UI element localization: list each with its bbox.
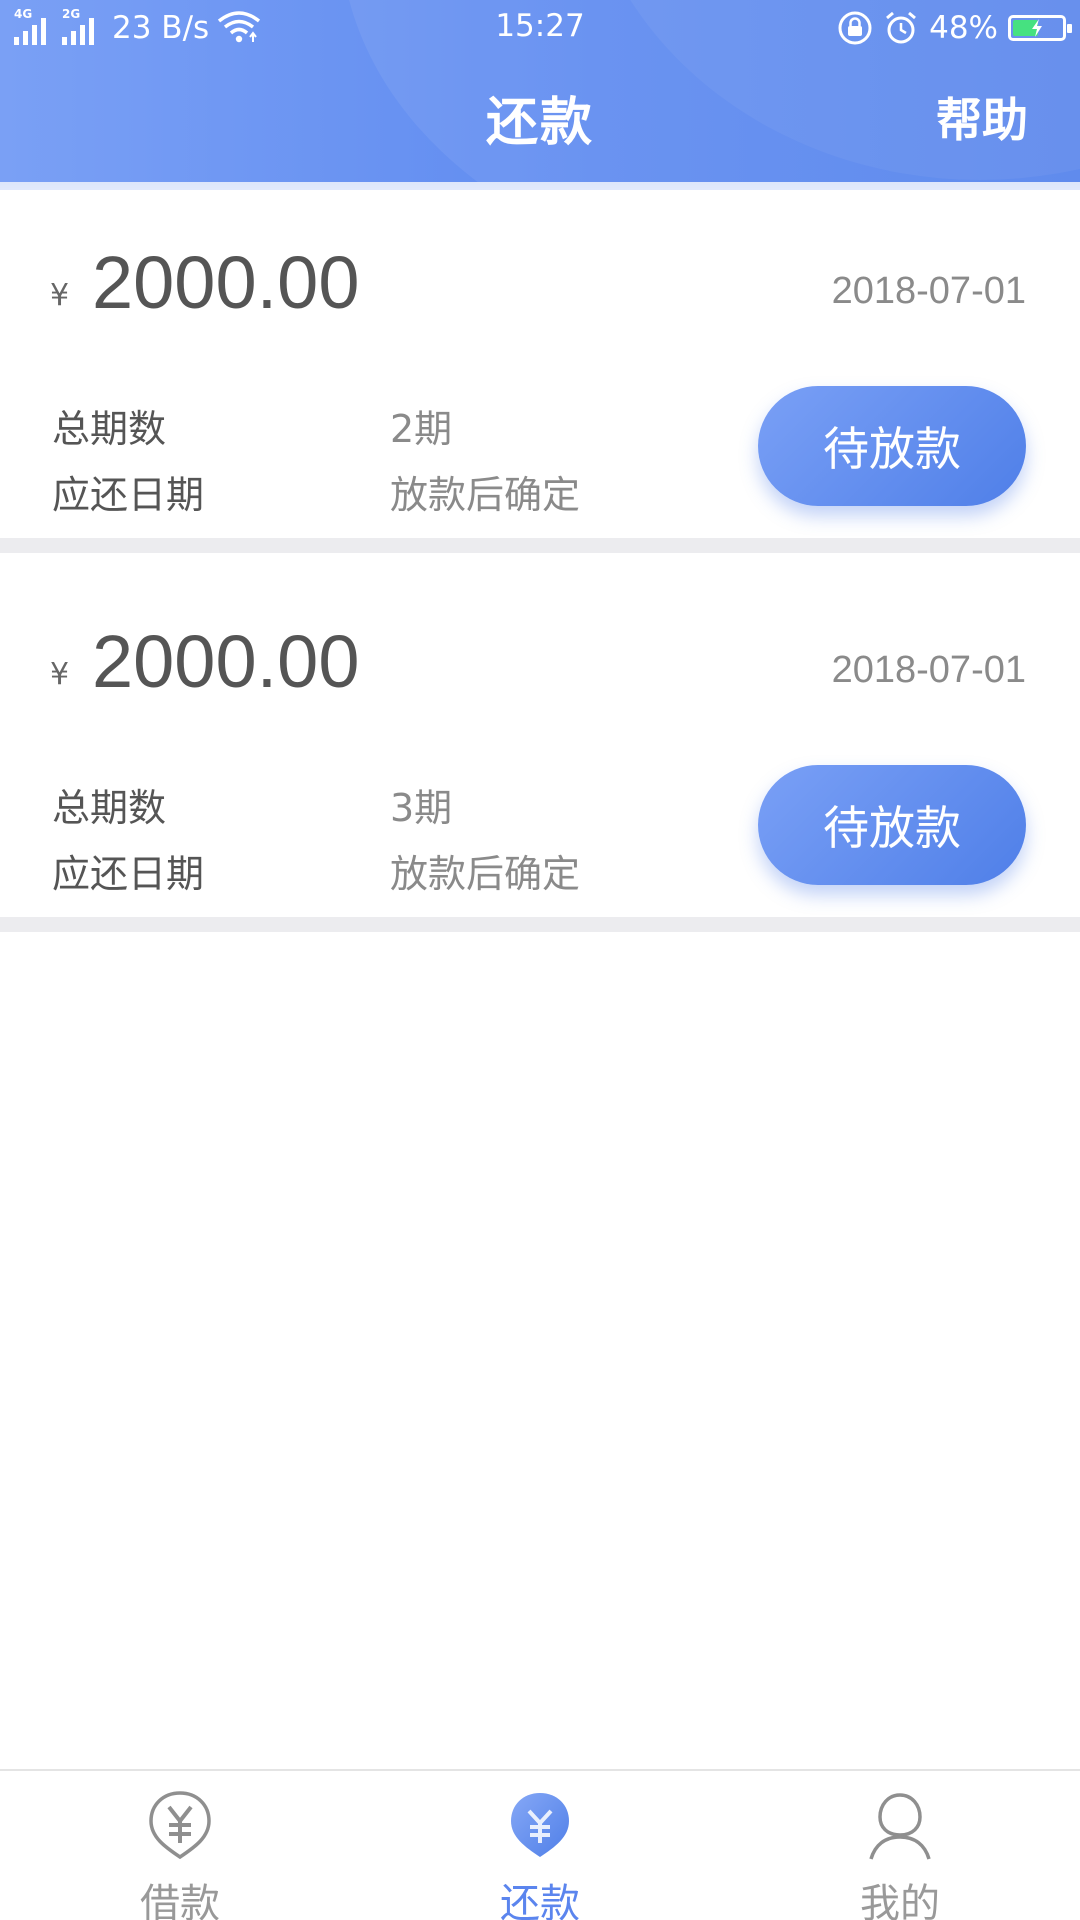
periods-value: 2期	[390, 407, 453, 451]
nav-tab-borrow[interactable]: 借款	[0, 1771, 360, 1920]
status-bar-left: 4G 2G 23 B/s	[14, 7, 261, 48]
status-bar: 4G 2G 23 B/s 15:27 48%	[0, 0, 1080, 56]
alarm-icon	[886, 11, 917, 44]
battery-percent: 48%	[929, 10, 998, 46]
loan-amount: 2000.00	[92, 620, 360, 703]
due-date-value: 放款后确定	[390, 852, 581, 896]
pending-disbursement-button[interactable]: 待放款	[758, 765, 1026, 885]
currency-symbol: ¥	[50, 278, 70, 313]
yen-shield-filled-icon	[511, 1793, 569, 1857]
network-type-1: 4G	[14, 7, 33, 21]
bottom-nav: 借款 还款 我的	[0, 1769, 1080, 1920]
due-date-label: 应还日期	[52, 852, 205, 896]
loan-amount: 2000.00	[92, 241, 360, 324]
signal-4g-icon: 4G	[14, 7, 54, 45]
pending-disbursement-button[interactable]: 待放款	[758, 386, 1026, 506]
page-title: 还款	[485, 93, 594, 153]
user-outline-icon	[869, 1793, 931, 1860]
screen: 4G 2G 23 B/s 15:27 48% 还款 帮助 ¥ 2000.00 2…	[0, 0, 1080, 1920]
card-separator	[0, 917, 1080, 932]
loan-card: ¥ 2000.00 2018-07-01 总期数 2期 应还日期 放款后确定 待…	[0, 190, 1080, 540]
loan-date: 2018-07-01	[831, 649, 1026, 691]
due-date-value: 放款后确定	[390, 473, 581, 517]
network-type-2: 2G	[62, 7, 81, 21]
periods-label: 总期数	[52, 786, 167, 830]
yen-shield-outline-icon	[149, 1791, 211, 1860]
nav-label: 我的	[860, 1881, 940, 1920]
due-date-label: 应还日期	[52, 473, 205, 517]
nav-label: 借款	[140, 1881, 220, 1920]
periods-label: 总期数	[52, 407, 167, 451]
nav-tab-mine[interactable]: 我的	[720, 1771, 1080, 1920]
loan-card: ¥ 2000.00 2018-07-01 总期数 3期 应还日期 放款后确定 待…	[0, 569, 1080, 919]
wifi-icon	[218, 11, 261, 43]
nav-tab-repay[interactable]: 还款	[360, 1771, 720, 1920]
rotation-lock-icon	[838, 11, 872, 45]
signal-2g-icon: 2G	[62, 7, 102, 45]
currency-symbol: ¥	[50, 657, 70, 692]
nav-label: 还款	[500, 1881, 580, 1920]
help-button[interactable]: 帮助	[936, 84, 1028, 150]
periods-value: 3期	[390, 786, 453, 830]
status-bar-right: 48%	[837, 8, 1072, 48]
battery-icon	[1008, 15, 1072, 41]
app-header: 4G 2G 23 B/s 15:27 48% 还款 帮助	[0, 0, 1080, 182]
network-speed: 23 B/s	[112, 10, 210, 46]
card-separator	[0, 538, 1080, 553]
loan-date: 2018-07-01	[831, 270, 1026, 312]
